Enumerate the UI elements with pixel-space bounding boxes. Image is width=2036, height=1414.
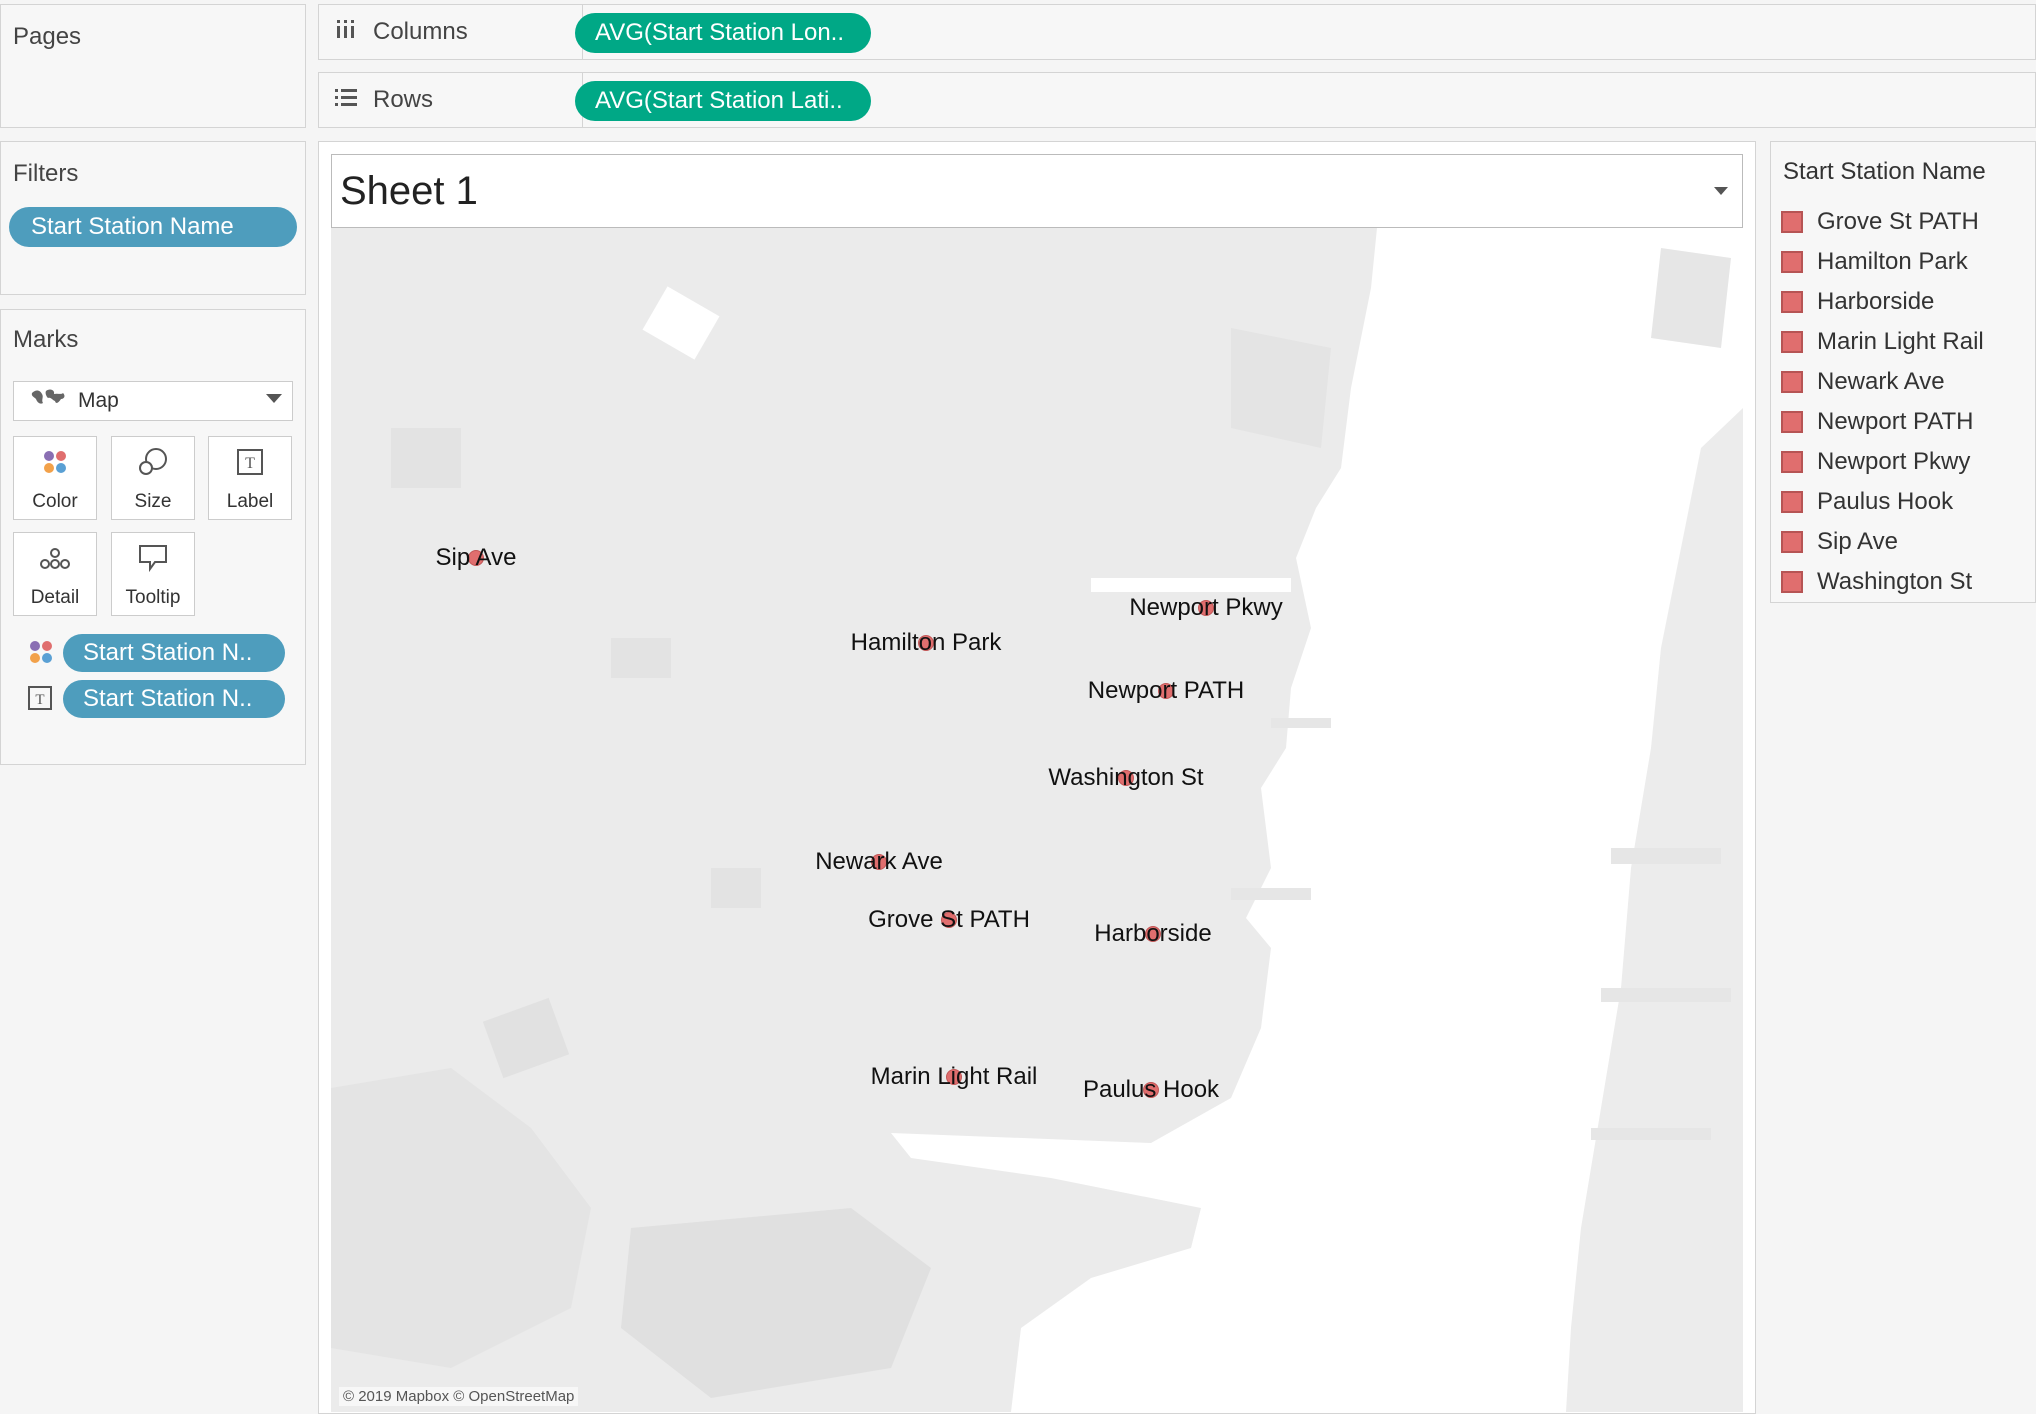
legend-item-label: Paulus Hook xyxy=(1817,488,1954,515)
columns-shelf-label: Columns xyxy=(331,5,583,59)
legend-item[interactable]: Washington St xyxy=(1771,562,1972,602)
legend-swatch xyxy=(1781,251,1803,273)
detail-label: Detail xyxy=(30,587,80,608)
worksheet-view: Sheet 1 © 2019 Mapbox © OpenStreetMap Si… xyxy=(318,141,1756,1414)
size-icon xyxy=(137,447,169,483)
legend-item[interactable]: Sip Ave xyxy=(1771,522,1898,562)
label-field-pill[interactable]: Start Station N.. xyxy=(63,680,285,718)
filters-card: Filters Start Station Name xyxy=(0,141,306,295)
legend-swatch xyxy=(1781,331,1803,353)
tooltip-label: Tooltip xyxy=(125,587,181,608)
legend-swatch xyxy=(1781,411,1803,433)
legend-item-label: Newark Ave xyxy=(1817,368,1945,395)
color-button[interactable]: Color xyxy=(13,436,97,520)
columns-shelf: Columns AVG(Start Station Lon.. xyxy=(318,4,2036,60)
legend-item-label: Marin Light Rail xyxy=(1817,328,1984,355)
legend-item-label: Sip Ave xyxy=(1817,528,1898,555)
legend-swatch xyxy=(1781,211,1803,233)
text-label-icon: T xyxy=(235,447,265,483)
legend-swatch xyxy=(1781,531,1803,553)
map-icon xyxy=(30,387,68,416)
legend-title: Start Station Name xyxy=(1783,158,1986,185)
rows-shelf: Rows AVG(Start Station Lati.. xyxy=(318,72,2036,128)
filter-pill-start-station-name[interactable]: Start Station Name xyxy=(9,207,297,247)
station-label: Harborside xyxy=(1094,920,1212,947)
marks-card: Marks Map Color Size T Label Detail Tool… xyxy=(0,309,306,765)
legend-item-label: Grove St PATH xyxy=(1817,208,1979,235)
color-legend: Start Station Name Grove St PATH Hamilton… xyxy=(1770,141,2036,603)
rows-icon xyxy=(331,86,361,114)
color-icon xyxy=(40,447,70,483)
columns-pill-label: AVG(Start Station Lon.. xyxy=(595,19,845,46)
station-label: Hamilton Park xyxy=(850,629,1002,656)
legend-item[interactable]: Newport Pkwy xyxy=(1771,442,1970,482)
tooltip-button[interactable]: Tooltip xyxy=(111,532,195,616)
svg-text:T: T xyxy=(245,455,255,472)
rows-pill[interactable]: AVG(Start Station Lati.. xyxy=(575,81,871,121)
legend-item[interactable]: Grove St PATH xyxy=(1771,202,1979,242)
legend-swatch xyxy=(1781,571,1803,593)
filter-pill-label: Start Station Name xyxy=(31,213,234,240)
label-button[interactable]: T Label xyxy=(208,436,292,520)
color-field-icon xyxy=(27,638,55,671)
mark-type-label: Map xyxy=(78,389,119,412)
chevron-down-icon xyxy=(266,394,282,403)
station-label: Marin Light Rail xyxy=(870,1063,1038,1090)
sheet-title: Sheet 1 xyxy=(340,169,478,213)
map-canvas[interactable]: © 2019 Mapbox © OpenStreetMap Sip Ave New… xyxy=(331,228,1743,1412)
station-label: Newport Pkwy xyxy=(1129,594,1283,621)
legend-item-label: Harborside xyxy=(1817,288,1935,315)
filters-title: Filters xyxy=(13,160,79,187)
columns-pill[interactable]: AVG(Start Station Lon.. xyxy=(575,13,871,53)
legend-item-label: Newport Pkwy xyxy=(1817,448,1971,475)
sheet-menu-chevron-icon[interactable] xyxy=(1714,187,1728,195)
columns-icon xyxy=(331,18,361,46)
legend-swatch xyxy=(1781,491,1803,513)
legend-item-label: Hamilton Park xyxy=(1817,248,1968,275)
legend-item[interactable]: Harborside xyxy=(1771,282,1934,322)
rows-pill-label: AVG(Start Station Lati.. xyxy=(595,87,843,114)
size-label: Size xyxy=(134,491,172,512)
legend-item-label: Newport PATH xyxy=(1817,408,1974,435)
legend-swatch xyxy=(1781,451,1803,473)
rows-shelf-label: Rows xyxy=(331,73,583,127)
color-field-pill[interactable]: Start Station N.. xyxy=(63,634,285,672)
size-button[interactable]: Size xyxy=(111,436,195,520)
station-label: Sip Ave xyxy=(435,544,517,571)
label-field-icon: T xyxy=(27,685,53,716)
pages-card: Pages xyxy=(0,4,306,128)
color-label: Color xyxy=(32,491,78,512)
columns-label: Columns xyxy=(373,18,468,45)
legend-item[interactable]: Hamilton Park xyxy=(1771,242,1968,282)
detail-icon xyxy=(38,543,72,579)
pages-title: Pages xyxy=(13,23,82,50)
svg-text:T: T xyxy=(35,692,44,708)
legend-item[interactable]: Paulus Hook xyxy=(1771,482,1953,522)
rows-label: Rows xyxy=(373,86,434,113)
station-label: Newark Ave xyxy=(815,848,943,875)
station-layer: Sip Ave Newport Pkwy Hamilton Park Newport … xyxy=(331,228,1743,1412)
legend-item-label: Washington St xyxy=(1817,568,1973,595)
station-label: Washington St xyxy=(1048,764,1204,791)
legend-swatch xyxy=(1781,371,1803,393)
sheet-title-bar[interactable]: Sheet 1 xyxy=(331,154,1743,228)
station-label: Paulus Hook xyxy=(1082,1076,1220,1103)
legend-swatch xyxy=(1781,291,1803,313)
station-label: Grove St PATH xyxy=(868,906,1030,933)
label-label: Label xyxy=(226,491,274,512)
detail-button[interactable]: Detail xyxy=(13,532,97,616)
mark-type-dropdown[interactable]: Map xyxy=(13,381,293,421)
legend-item[interactable]: Marin Light Rail xyxy=(1771,322,1984,362)
label-field-label: Start Station N.. xyxy=(83,685,253,712)
marks-title: Marks xyxy=(13,326,79,353)
legend-item[interactable]: Newark Ave xyxy=(1771,362,1945,402)
color-field-label: Start Station N.. xyxy=(83,639,253,666)
legend-item[interactable]: Newport PATH xyxy=(1771,402,1973,442)
tooltip-icon xyxy=(137,543,169,579)
station-label: Newport PATH xyxy=(1087,677,1245,704)
